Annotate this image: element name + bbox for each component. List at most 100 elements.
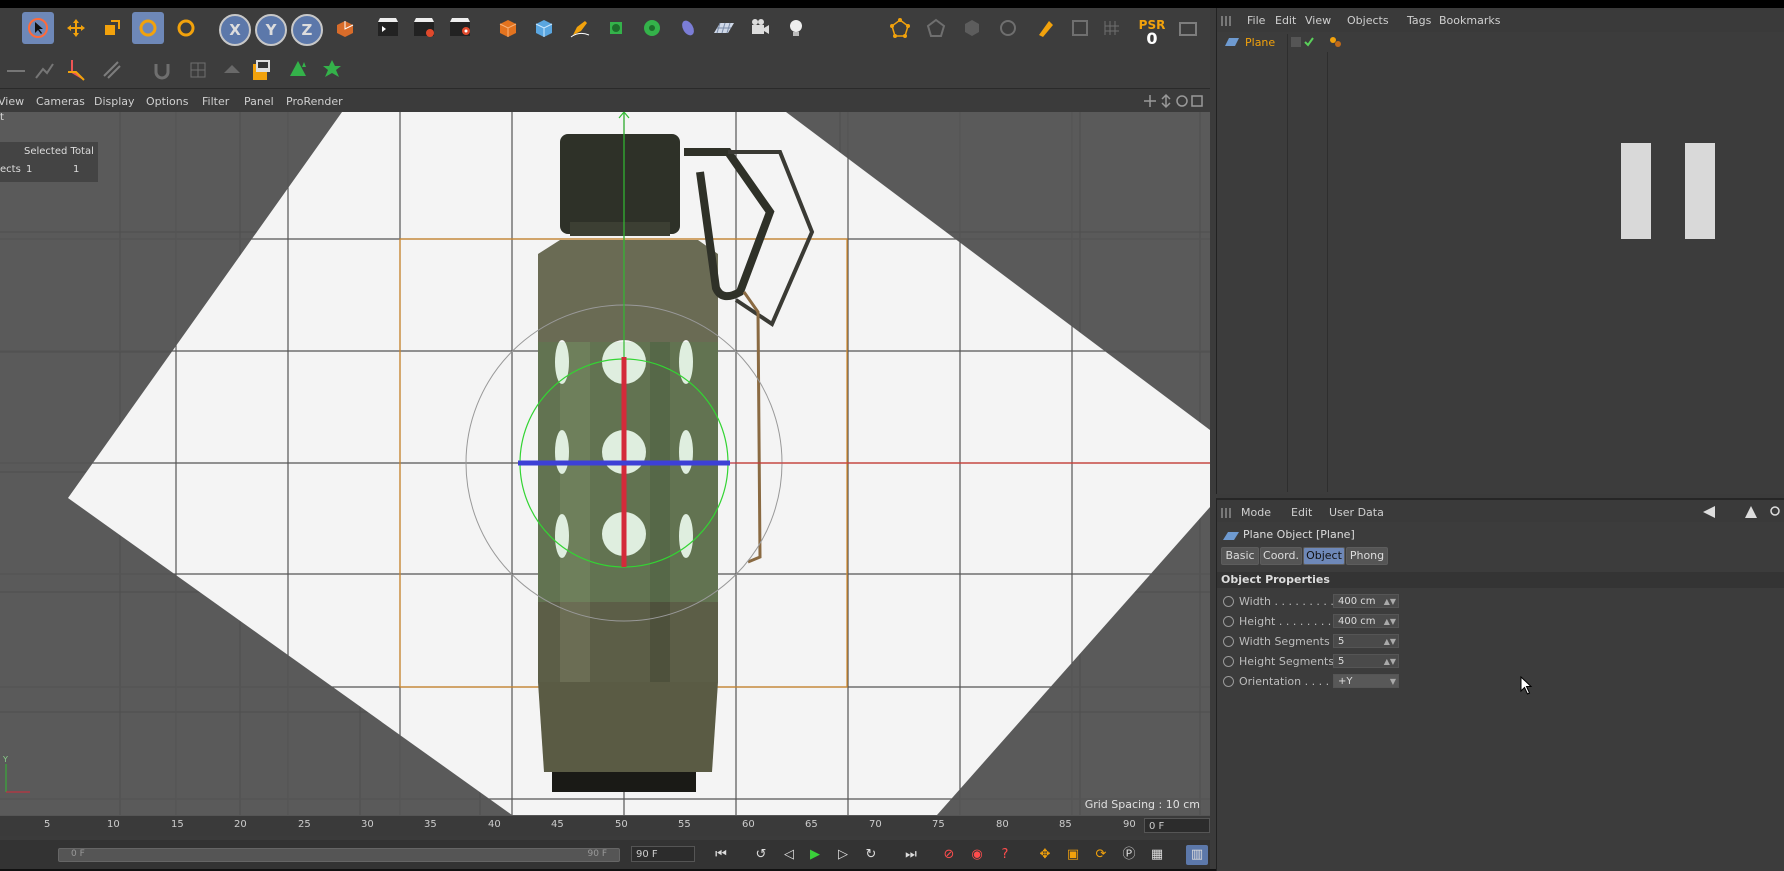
z-axis-lock-icon[interactable]: Z [291, 14, 323, 46]
keyframe-selection-icon[interactable]: ? [994, 845, 1016, 865]
tab-basic[interactable]: Basic [1221, 547, 1259, 565]
record-pla-icon[interactable]: ▦ [1146, 845, 1168, 865]
timeline-window-icon[interactable]: ▥ [1186, 845, 1208, 865]
subdivision-surface-icon[interactable] [528, 12, 560, 44]
object-menu-tags[interactable]: Tags [1407, 14, 1431, 27]
object-menu-edit[interactable]: Edit [1275, 14, 1296, 27]
knife-tool-icon[interactable] [62, 54, 94, 86]
workplane-icon[interactable] [1172, 12, 1204, 44]
viewport-menu-options[interactable]: Options [146, 95, 188, 108]
height-field[interactable]: 400 cm ▲▼ [1333, 614, 1399, 628]
viewport-menu-view[interactable]: View [0, 95, 24, 108]
attr-menu-mode[interactable]: Mode [1241, 506, 1271, 519]
next-frame-icon[interactable]: ▷ [832, 845, 854, 865]
edges-mode-icon[interactable] [920, 12, 952, 44]
pen-spline-icon[interactable] [564, 12, 596, 44]
record-rotation-icon[interactable]: ⟳ [1090, 845, 1112, 865]
play-icon[interactable]: ▶ [804, 845, 826, 865]
save-scene-icon[interactable] [246, 54, 278, 86]
timeline-ruler[interactable]: 5 10 15 20 25 30 35 40 45 50 55 60 65 70… [0, 815, 1210, 836]
object-row-plane[interactable]: Plane [1217, 34, 1784, 52]
viewport-menu-display[interactable]: Display [94, 95, 135, 108]
viewport-menu-prorender[interactable]: ProRender [286, 95, 343, 108]
tab-phong[interactable]: Phong [1346, 547, 1388, 565]
height-segments-field[interactable]: 5 ▲▼ [1333, 654, 1399, 668]
tab-coord[interactable]: Coord. [1260, 547, 1302, 565]
autokeying-icon[interactable]: ◉ [966, 845, 988, 865]
tab-object[interactable]: Object [1303, 547, 1345, 565]
panel-grip-icon[interactable] [1221, 16, 1231, 26]
viewport-navigation-icons[interactable] [1144, 93, 1210, 109]
snap-grid-icon[interactable] [1096, 12, 1128, 44]
go-to-end-icon[interactable]: ⏭ [900, 845, 922, 865]
recent-tool-icon[interactable] [170, 12, 202, 44]
array-cloner-icon[interactable] [636, 12, 668, 44]
current-frame-field[interactable]: 0 F [1144, 818, 1210, 833]
previous-frame-icon[interactable]: ◁ [778, 845, 800, 865]
magnet-tool-icon[interactable] [146, 54, 178, 86]
animate-dot-icon[interactable] [1223, 656, 1234, 667]
boole-tool-icon[interactable] [282, 54, 314, 86]
coordinate-system-icon[interactable] [328, 12, 360, 44]
attr-menu-edit[interactable]: Edit [1291, 506, 1312, 519]
scale-tool-icon[interactable] [96, 12, 128, 44]
x-axis-lock-icon[interactable]: X [219, 14, 251, 46]
animate-dot-icon[interactable] [1223, 596, 1234, 607]
record-active-objects-icon[interactable]: ⊘ [938, 845, 960, 865]
attr-menu-user-data[interactable]: User Data [1329, 506, 1384, 519]
animate-dot-icon[interactable] [1223, 636, 1234, 647]
model-mode-icon[interactable] [1064, 12, 1096, 44]
floor-environment-icon[interactable] [708, 12, 740, 44]
visibility-dots-icon[interactable] [1291, 36, 1323, 48]
animate-dot-icon[interactable] [1223, 676, 1234, 687]
panel-grip-icon[interactable] [1221, 508, 1231, 518]
width-segments-field[interactable]: 5 ▲▼ [1333, 634, 1399, 648]
y-axis-lock-icon[interactable]: Y [255, 14, 287, 46]
deformer-icon[interactable] [672, 12, 704, 44]
frame-range-slider[interactable]: 0 F 90 F [58, 848, 620, 862]
orientation-dropdown[interactable]: +Y ▼ [1333, 674, 1399, 688]
render-settings-icon[interactable] [444, 12, 476, 44]
cube-primitive-icon[interactable] [492, 12, 524, 44]
end-frame-field[interactable]: 90 F [631, 846, 695, 862]
light-icon[interactable] [780, 12, 812, 44]
go-to-start-icon[interactable]: ⏮ [710, 845, 732, 865]
go-to-previous-key-icon[interactable]: ↺ [750, 845, 772, 865]
viewport-menu-panel[interactable]: Panel [244, 95, 274, 108]
object-name[interactable]: Plane [1245, 36, 1275, 49]
move-tool-icon[interactable] [60, 12, 92, 44]
object-menu-view[interactable]: View [1305, 14, 1331, 27]
3d-viewport[interactable]: Y t Selected Total ects 1 1 Grid Spacing… [0, 112, 1210, 815]
sculpt-brush-icon[interactable] [1030, 12, 1062, 44]
record-parameter-icon[interactable]: Ⓟ [1118, 845, 1140, 865]
polygon-pen-icon[interactable] [28, 54, 60, 86]
object-menu-file[interactable]: File [1247, 14, 1265, 27]
object-menu-bookmarks[interactable]: Bookmarks [1439, 14, 1500, 27]
render-view-icon[interactable] [372, 12, 404, 44]
render-to-picture-viewer-icon[interactable] [408, 12, 440, 44]
points-mode-icon[interactable] [884, 12, 916, 44]
phong-tag-icon[interactable] [1329, 36, 1343, 48]
record-scale-icon[interactable]: ▣ [1062, 845, 1084, 865]
select-tool-icon[interactable] [22, 12, 54, 44]
attr-navigation-icons[interactable] [1701, 504, 1781, 520]
uv-mode-icon[interactable] [992, 12, 1024, 44]
object-menu-objects[interactable]: Objects [1347, 14, 1389, 27]
animate-dot-icon[interactable] [1223, 616, 1234, 627]
width-field[interactable]: 400 cm ▲▼ [1333, 594, 1399, 608]
spinner-arrows-icon[interactable]: ▲▼ [1384, 635, 1396, 649]
spinner-arrows-icon[interactable]: ▲▼ [1384, 595, 1396, 609]
camera-icon[interactable] [744, 12, 776, 44]
plant-generator-icon[interactable] [316, 54, 348, 86]
generator-icon[interactable] [600, 12, 632, 44]
loop-select-icon[interactable] [96, 54, 128, 86]
spinner-arrows-icon[interactable]: ▲▼ [1384, 615, 1396, 629]
polygons-mode-icon[interactable] [956, 12, 988, 44]
texture-mode-icon[interactable] [182, 54, 214, 86]
spinner-arrows-icon[interactable]: ▲▼ [1384, 655, 1396, 669]
workplane-mode-icon[interactable] [216, 54, 248, 86]
rotate-tool-icon[interactable] [132, 12, 164, 44]
viewport-menu-cameras[interactable]: Cameras [36, 95, 85, 108]
record-position-icon[interactable]: ✥ [1034, 845, 1056, 865]
viewport-menu-filter[interactable]: Filter [202, 95, 229, 108]
